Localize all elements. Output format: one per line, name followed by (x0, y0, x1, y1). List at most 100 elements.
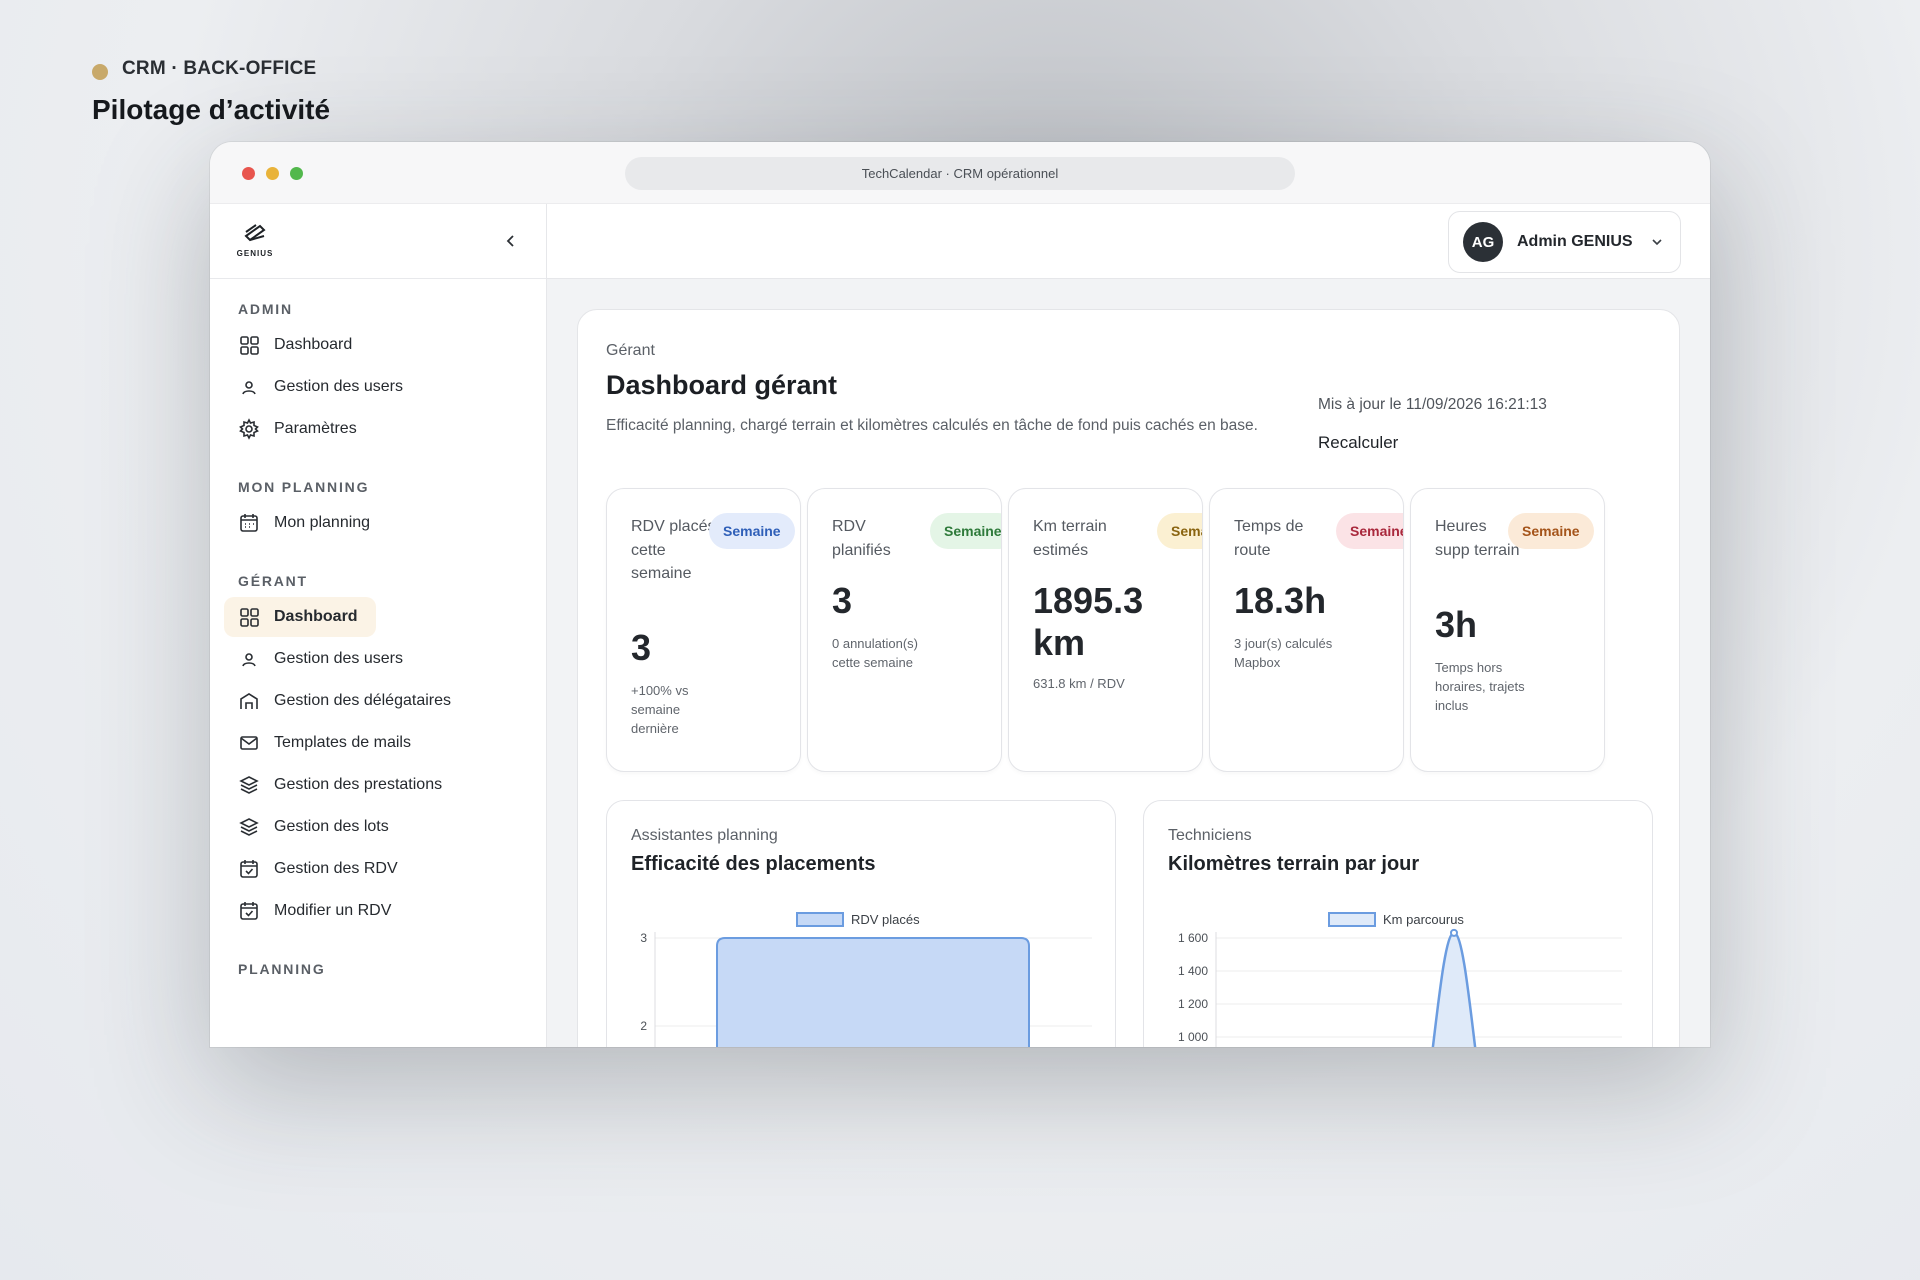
genius-logo[interactable]: GENIUS (232, 222, 278, 258)
sidebar-item-label: Templates de mails (274, 734, 411, 751)
main-content: Gérant Dashboard gérant Efficacité plann… (547, 279, 1710, 1047)
legend-swatch (1328, 912, 1376, 927)
kpi-card: RDV placés cette semaine Semaine 3 +100%… (606, 488, 801, 772)
dashboard-card: Gérant Dashboard gérant Efficacité plann… (577, 309, 1680, 1047)
user-menu[interactable]: AG Admin GENIUS (1448, 211, 1681, 273)
sidebar-item-gestion-des-lots[interactable]: Gestion des lots (224, 807, 532, 847)
sidebar-item-dashboard[interactable]: Dashboard (224, 597, 376, 637)
kpi-value: 3h (1435, 603, 1478, 645)
km-area-chart: Km parcourus 1 600 1 400 1 200 1 000 (1178, 912, 1622, 1047)
dashboard-description: Efficacité planning, chargé terrain et k… (606, 417, 1258, 434)
collapse-sidebar-button[interactable] (498, 228, 524, 254)
kpi-label: RDV planifiés (832, 518, 891, 559)
app: GENIUS ADMIN Dashboard Gestion des users Pa… (210, 204, 1710, 1047)
kpi-card: Km terrain estimés Semaine 1895.3 km 631… (1008, 488, 1203, 772)
y-tick-label: 1 200 (1178, 997, 1208, 1011)
gear-icon (239, 418, 259, 440)
layers-icon (239, 818, 259, 836)
placement-efficiency-panel: Assistantes planning Efficacité des plac… (606, 800, 1116, 1047)
legend-swatch (796, 912, 844, 927)
close-button[interactable] (242, 167, 255, 180)
kpi-subtext: 0 annulation(s) cette semaine (832, 636, 918, 670)
y-tick-label: 1 000 (1178, 1030, 1208, 1044)
user-icon (242, 653, 256, 667)
sidebar-item-mon-planning[interactable]: Mon planning (224, 503, 532, 543)
window-controls (242, 167, 303, 180)
status-dot (92, 64, 108, 80)
chevron-down-icon (1651, 239, 1662, 246)
sidebar-nav: ADMIN Dashboard Gestion des users Paramètre… (210, 301, 546, 977)
breadcrumb: Gérant (606, 342, 655, 359)
layers-icon (239, 776, 259, 794)
kpi-subtext: 3 jour(s) calculés Mapbox (1234, 636, 1333, 670)
kpi-value: 3 (832, 580, 853, 621)
bar (716, 937, 1030, 1047)
sidebar-item-templates-de-mails[interactable]: Templates de mails (224, 723, 532, 763)
period-badge[interactable]: Semaine (930, 513, 1001, 549)
kpi-subtext: Temps hors horaires, trajets inclus (1435, 659, 1525, 713)
y-tick-label: 2 (640, 1019, 647, 1033)
sidebar-item-label: Dashboard (274, 336, 353, 353)
address-bar[interactable]: TechCalendar · CRM opérationnel (625, 157, 1295, 190)
kpi-card: RDV planifiés Semaine 3 0 annulation(s) … (807, 488, 1002, 772)
kpi-subtext: 631.8 km / RDV (1033, 676, 1125, 691)
window-titlebar: TechCalendar · CRM opérationnel (210, 142, 1710, 204)
topbar: AG Admin GENIUS (547, 204, 1710, 279)
kpi-card: Temps de route Semaine 18.3h 3 jour(s) c… (1209, 488, 1404, 772)
sidebar-section-label: ADMIN (238, 301, 293, 317)
sidebar-item-label: Gestion des users (274, 378, 403, 395)
page-title: Pilotage d’activité (92, 94, 331, 125)
kpi-value: 1895.3 km (1033, 580, 1144, 663)
sidebar-item-gestion-des-rdv[interactable]: Gestion des RDV (224, 849, 532, 889)
sidebar-item-gestion-des-users[interactable]: Gestion des users (224, 639, 532, 679)
panel-title: Kilomètres terrain par jour (1168, 853, 1420, 875)
kpi-value: 3 (631, 627, 652, 668)
sidebar-section-label: MON PLANNING (238, 479, 370, 495)
kpi-label: Temps de route (1234, 518, 1304, 559)
period-badge[interactable]: Semaine (1157, 513, 1202, 549)
sidebar-item-label: Dashboard (274, 608, 358, 625)
sidebar-item-param-tres[interactable]: Paramètres (224, 409, 532, 449)
period-badge[interactable]: Semaine (1336, 513, 1403, 549)
sidebar-item-label: Gestion des lots (274, 818, 389, 835)
kpi-card: Heures supp terrain Semaine 3h Temps hor… (1410, 488, 1605, 772)
chevron-left-icon (506, 235, 514, 247)
sidebar-item-label: Gestion des RDV (274, 860, 398, 877)
sidebar-item-modifier-un-rdv[interactable]: Modifier un RDV (224, 891, 532, 931)
placement-bar-chart: RDV placés 3 2 (640, 912, 1092, 1047)
recalculate-button[interactable]: Recalculer (1318, 433, 1398, 453)
area-series (1431, 931, 1477, 1047)
sidebar-section-label: PLANNING (238, 961, 326, 977)
data-point (1450, 928, 1458, 937)
panel-eyebrow: Techniciens (1168, 827, 1252, 844)
sidebar-item-dashboard[interactable]: Dashboard (224, 325, 532, 365)
kpi-label: Km terrain estimés (1033, 518, 1107, 559)
panel-eyebrow: Assistantes planning (631, 827, 778, 844)
sidebar-item-label: Gestion des prestations (274, 776, 443, 793)
page-eyebrow: CRM · BACK-OFFICE (92, 58, 330, 80)
avatar: AG (1463, 222, 1503, 262)
sidebar-section-label: GÉRANT (238, 573, 308, 589)
legend-label: Km parcourus (1383, 912, 1464, 927)
sidebar-item-gestion-des-d-l-gataires[interactable]: Gestion des délégataires (224, 681, 532, 721)
sidebar-item-label: Modifier un RDV (274, 902, 392, 919)
maximize-button[interactable] (290, 167, 303, 180)
sidebar-item-gestion-des-prestations[interactable]: Gestion des prestations (224, 765, 532, 805)
y-tick-label: 3 (640, 931, 647, 945)
period-badge[interactable]: Semaine (709, 513, 795, 549)
building-icon (240, 693, 258, 709)
mail-icon (240, 736, 258, 750)
user-name: Admin GENIUS (1517, 233, 1633, 250)
updated-timestamp: Mis à jour le 11/09/2026 16:21:13 (1318, 396, 1547, 413)
logo-word: GENIUS (236, 249, 274, 258)
kpi-label: RDV placés cette semaine (631, 518, 716, 582)
legend-label: RDV placés (851, 912, 920, 927)
eyebrow-text: CRM · BACK-OFFICE (122, 58, 317, 79)
period-badge[interactable]: Semaine (1508, 513, 1594, 549)
calendar-check-icon (240, 860, 258, 878)
minimize-button[interactable] (266, 167, 279, 180)
user-icon (242, 381, 256, 395)
kpi-value: 18.3h (1234, 580, 1327, 621)
km-per-day-panel: Techniciens Kilomètres terrain par jour … (1143, 800, 1653, 1047)
sidebar-item-gestion-des-users[interactable]: Gestion des users (224, 367, 532, 407)
